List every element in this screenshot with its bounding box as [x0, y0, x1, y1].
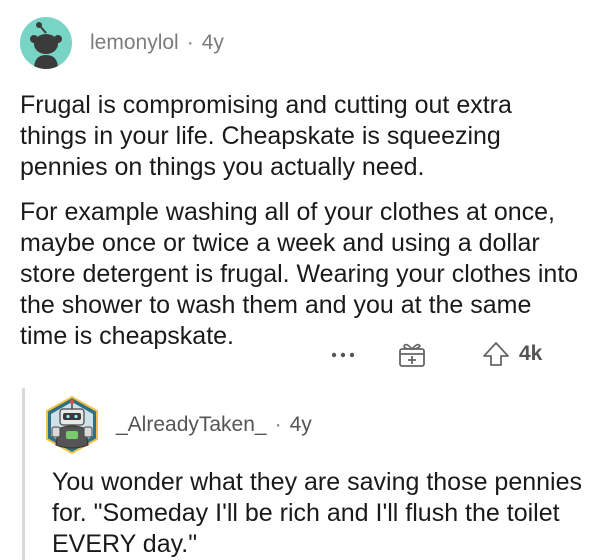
gift-award-icon[interactable] — [397, 339, 427, 374]
meta-separator: · — [274, 413, 282, 436]
comment-paragraph: Frugal is compromising and cutting out e… — [20, 91, 512, 181]
reply-paragraph: You wonder what they are saving those pe… — [52, 468, 582, 558]
top-comment: lemonylol · 4y Frugal is compromising an… — [20, 14, 590, 352]
reply-header: _AlreadyTaken_ · 4y — [42, 393, 592, 457]
comment-age: 4y — [289, 413, 312, 436]
upvote-arrow-icon[interactable] — [482, 340, 510, 373]
avatar[interactable] — [20, 17, 72, 69]
thread-line[interactable] — [22, 388, 25, 560]
comment-action-bar: 4k — [0, 337, 599, 373]
more-dots-icon[interactable] — [330, 343, 356, 366]
comment-meta: lemonylol · 4y — [90, 31, 224, 55]
reply-comment: _AlreadyTaken_ · 4y You wonder what they… — [42, 393, 592, 560]
robot-avatar-icon — [46, 395, 98, 455]
comment-paragraph: For example washing all of your clothes … — [20, 198, 579, 350]
vote-count: 4k — [519, 342, 543, 365]
username-link[interactable]: _AlreadyTaken_ — [116, 413, 267, 437]
avatar[interactable] — [42, 395, 102, 455]
comment-thread: lemonylol · 4y Frugal is compromising an… — [0, 0, 599, 560]
meta-separator: · — [186, 31, 194, 54]
snoo-avatar-icon — [30, 22, 62, 69]
comment-header: lemonylol · 4y — [20, 14, 590, 72]
reply-meta: _AlreadyTaken_ · 4y — [116, 413, 312, 437]
username-link[interactable]: lemonylol — [90, 31, 179, 55]
comment-age: 4y — [201, 31, 224, 54]
